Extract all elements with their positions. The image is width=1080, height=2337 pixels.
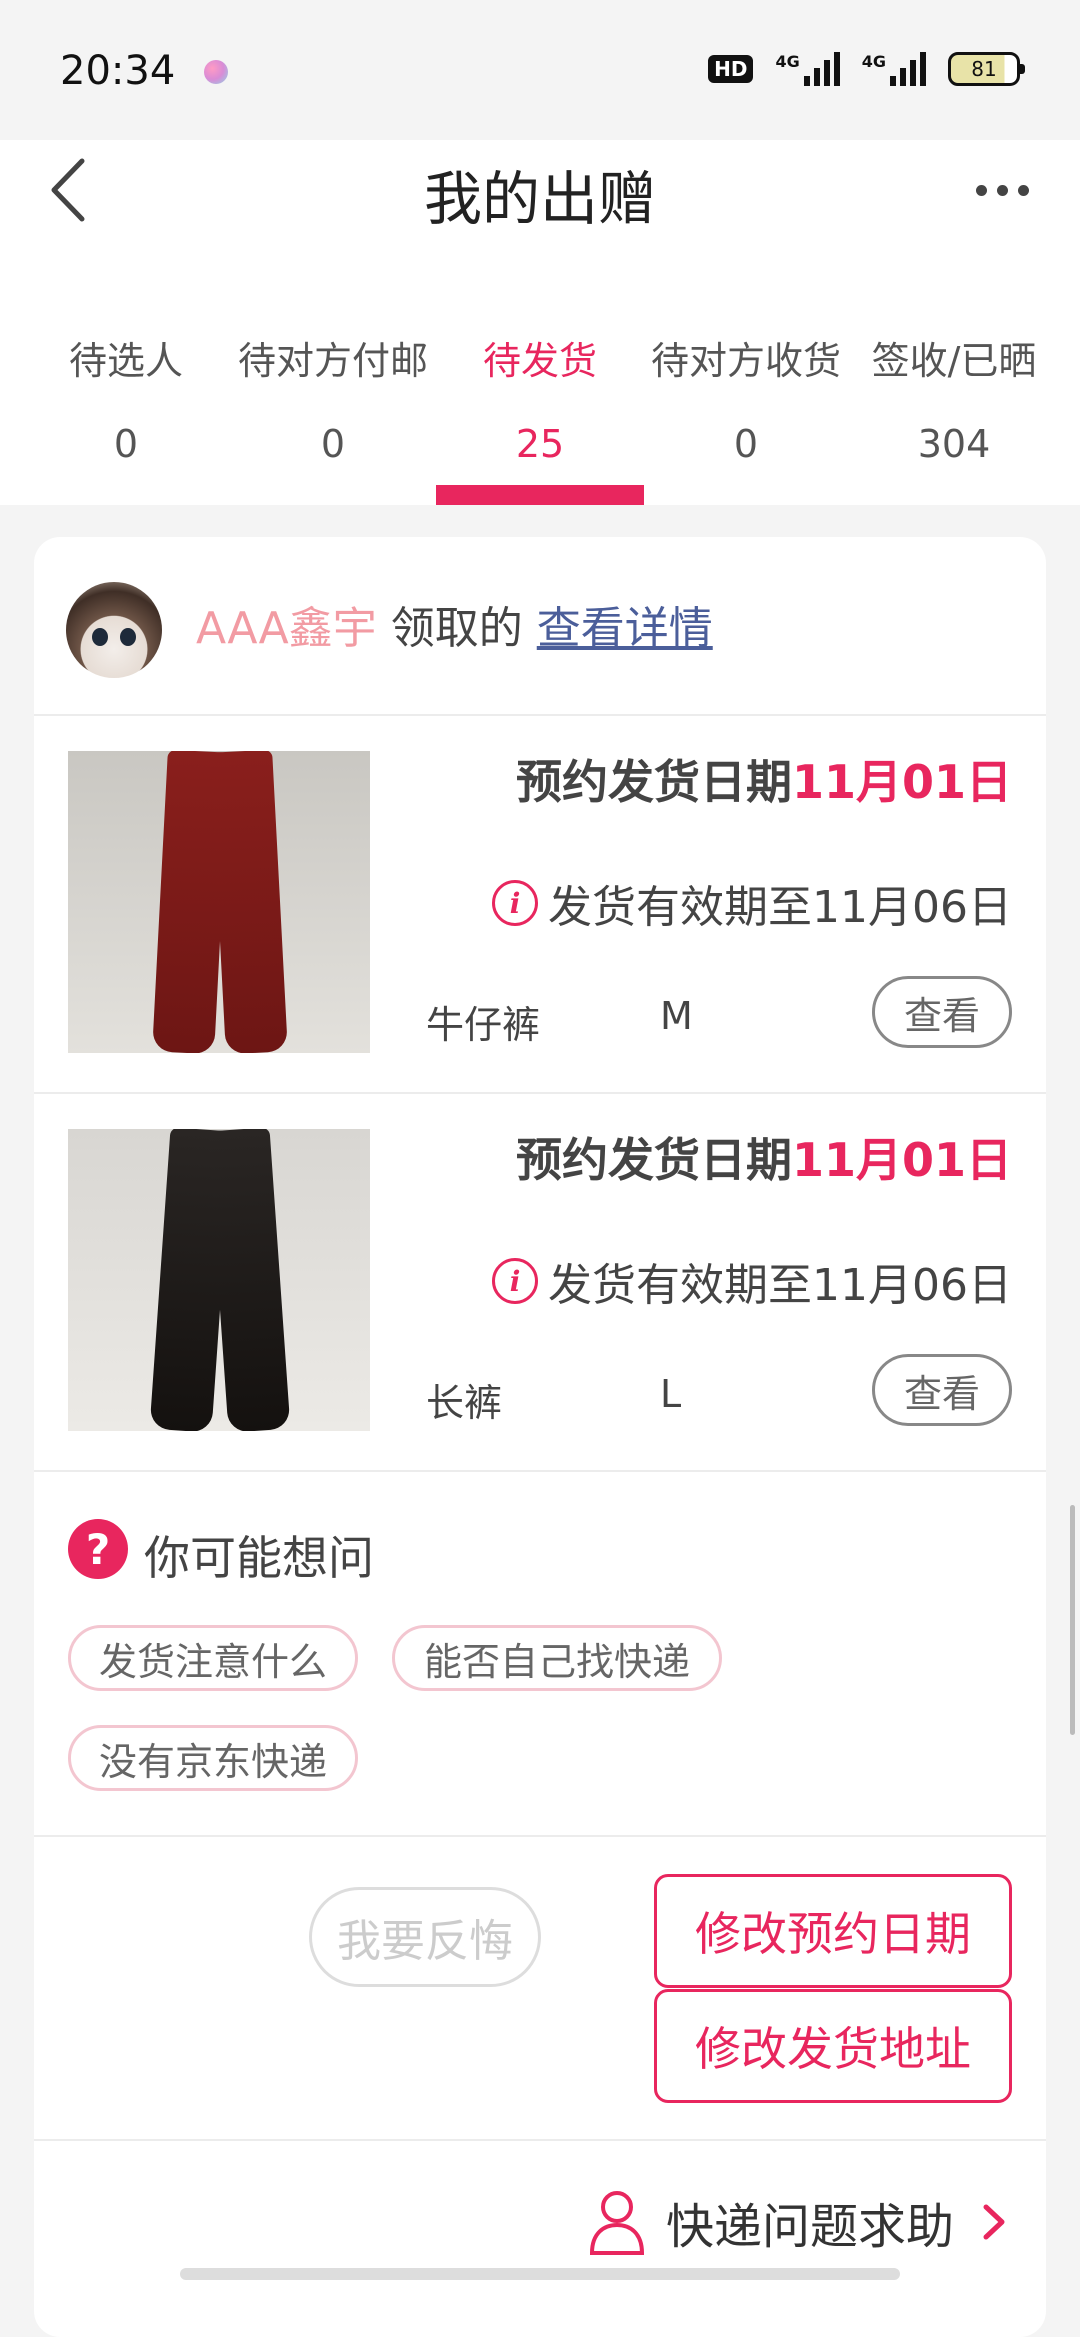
list-item: 预约发货日期11月01日 i 发货有效期至11月06日 牛仔裤 M 查看 bbox=[34, 716, 1046, 1094]
tab-signed-shown[interactable]: 签收/已晒 304 bbox=[846, 250, 1062, 505]
chevron-right-icon bbox=[983, 2204, 1005, 2240]
scheduled-ship-date: 预约发货日期11月01日 bbox=[515, 755, 1012, 809]
tab-label: 签收/已晒 bbox=[871, 339, 1037, 383]
info-icon: i bbox=[492, 1258, 539, 1304]
regret-button[interactable]: 我要反悔 bbox=[309, 1887, 541, 1987]
faq-chip[interactable]: 能否自己找快递 bbox=[392, 1625, 722, 1691]
tab-count: 304 bbox=[917, 422, 991, 466]
item-name: 长裤 bbox=[426, 1381, 503, 1425]
claim-text: 领取的 bbox=[390, 603, 523, 654]
change-address-button[interactable]: 修改发货地址 bbox=[654, 1989, 1012, 2103]
tab-label: 待选人 bbox=[68, 339, 183, 383]
info-icon: i bbox=[492, 880, 539, 926]
person-icon bbox=[589, 2191, 644, 2255]
status-icons: HD 4G 4G 81 bbox=[708, 52, 1025, 86]
hd-icon: HD bbox=[708, 55, 754, 83]
avatar[interactable] bbox=[66, 582, 162, 678]
bottom-bar bbox=[180, 2268, 900, 2280]
item-size: L bbox=[660, 1372, 682, 1416]
courier-help-link[interactable]: 快递问题求助 bbox=[588, 2187, 1012, 2257]
view-details-link[interactable]: 查看详情 bbox=[537, 603, 713, 654]
question-icon: ? bbox=[68, 1519, 128, 1579]
product-image-pants[interactable] bbox=[68, 1129, 370, 1431]
tab-pending-postage[interactable]: 待对方付邮 0 bbox=[225, 250, 441, 505]
tab-pending-select[interactable]: 待选人 0 bbox=[18, 250, 234, 505]
status-tabs: 待选人 0 待对方付邮 0 待发货 25 待对方收货 0 签收/已晒 304 bbox=[0, 250, 1080, 505]
divider bbox=[34, 1835, 1046, 1837]
product-image-jeans[interactable] bbox=[68, 751, 370, 1053]
signal-icon: 4G bbox=[775, 52, 840, 86]
divider bbox=[34, 2139, 1046, 2141]
tab-count: 25 bbox=[515, 422, 565, 466]
more-options-button[interactable] bbox=[952, 150, 1052, 230]
divider bbox=[34, 1470, 1046, 1472]
order-card: AAA鑫宇 领取的 查看详情 预约发货日期11月01日 i 发货有效期至11月0… bbox=[34, 537, 1046, 2337]
page-title: 我的出赠 bbox=[423, 165, 656, 233]
tab-pending-receipt[interactable]: 待对方收货 0 bbox=[638, 250, 854, 505]
list-item: 预约发货日期11月01日 i 发货有效期至11月06日 长裤 L 查看 bbox=[34, 1094, 1046, 1472]
validity-text: 发货有效期至11月06日 bbox=[548, 1260, 1012, 1311]
battery-icon: 81 bbox=[948, 52, 1025, 86]
faq-chip[interactable]: 发货注意什么 bbox=[68, 1625, 358, 1691]
tab-count: 0 bbox=[320, 422, 346, 466]
view-button[interactable]: 查看 bbox=[872, 976, 1012, 1048]
faq-chip[interactable]: 没有京东快递 bbox=[68, 1725, 358, 1791]
claimer-name[interactable]: AAA鑫宇 bbox=[196, 603, 377, 654]
tab-count: 0 bbox=[113, 422, 139, 466]
tab-pending-shipment[interactable]: 待发货 25 bbox=[432, 250, 648, 505]
view-button[interactable]: 查看 bbox=[872, 1354, 1012, 1426]
scrollbar[interactable] bbox=[1070, 1505, 1075, 1735]
tab-count: 0 bbox=[733, 422, 759, 466]
scheduled-ship-date: 预约发货日期11月01日 bbox=[515, 1133, 1012, 1187]
dot-icon bbox=[996, 184, 1008, 196]
tab-label: 待对方收货 bbox=[650, 339, 841, 383]
item-name: 牛仔裤 bbox=[426, 1003, 541, 1047]
validity-text: 发货有效期至11月06日 bbox=[548, 882, 1012, 933]
dot-icon bbox=[1017, 184, 1029, 196]
claim-line: AAA鑫宇 领取的 查看详情 bbox=[196, 592, 713, 656]
validity-row: i 发货有效期至11月06日 bbox=[492, 1249, 1012, 1313]
notification-dot-icon bbox=[204, 60, 228, 84]
status-time: 20:34 bbox=[60, 48, 176, 94]
item-size: M bbox=[660, 994, 693, 1038]
change-date-button[interactable]: 修改预约日期 bbox=[654, 1874, 1012, 1988]
validity-row: i 发货有效期至11月06日 bbox=[492, 871, 1012, 935]
active-tab-indicator bbox=[436, 485, 644, 505]
faq-title: 你可能想问 bbox=[144, 1531, 374, 1585]
help-label: 快递问题求助 bbox=[665, 2199, 954, 2255]
dot-icon bbox=[975, 184, 987, 196]
signal-icon-2: 4G bbox=[862, 52, 926, 86]
tab-label: 待对方付邮 bbox=[237, 339, 428, 383]
tab-label: 待发货 bbox=[482, 339, 597, 383]
